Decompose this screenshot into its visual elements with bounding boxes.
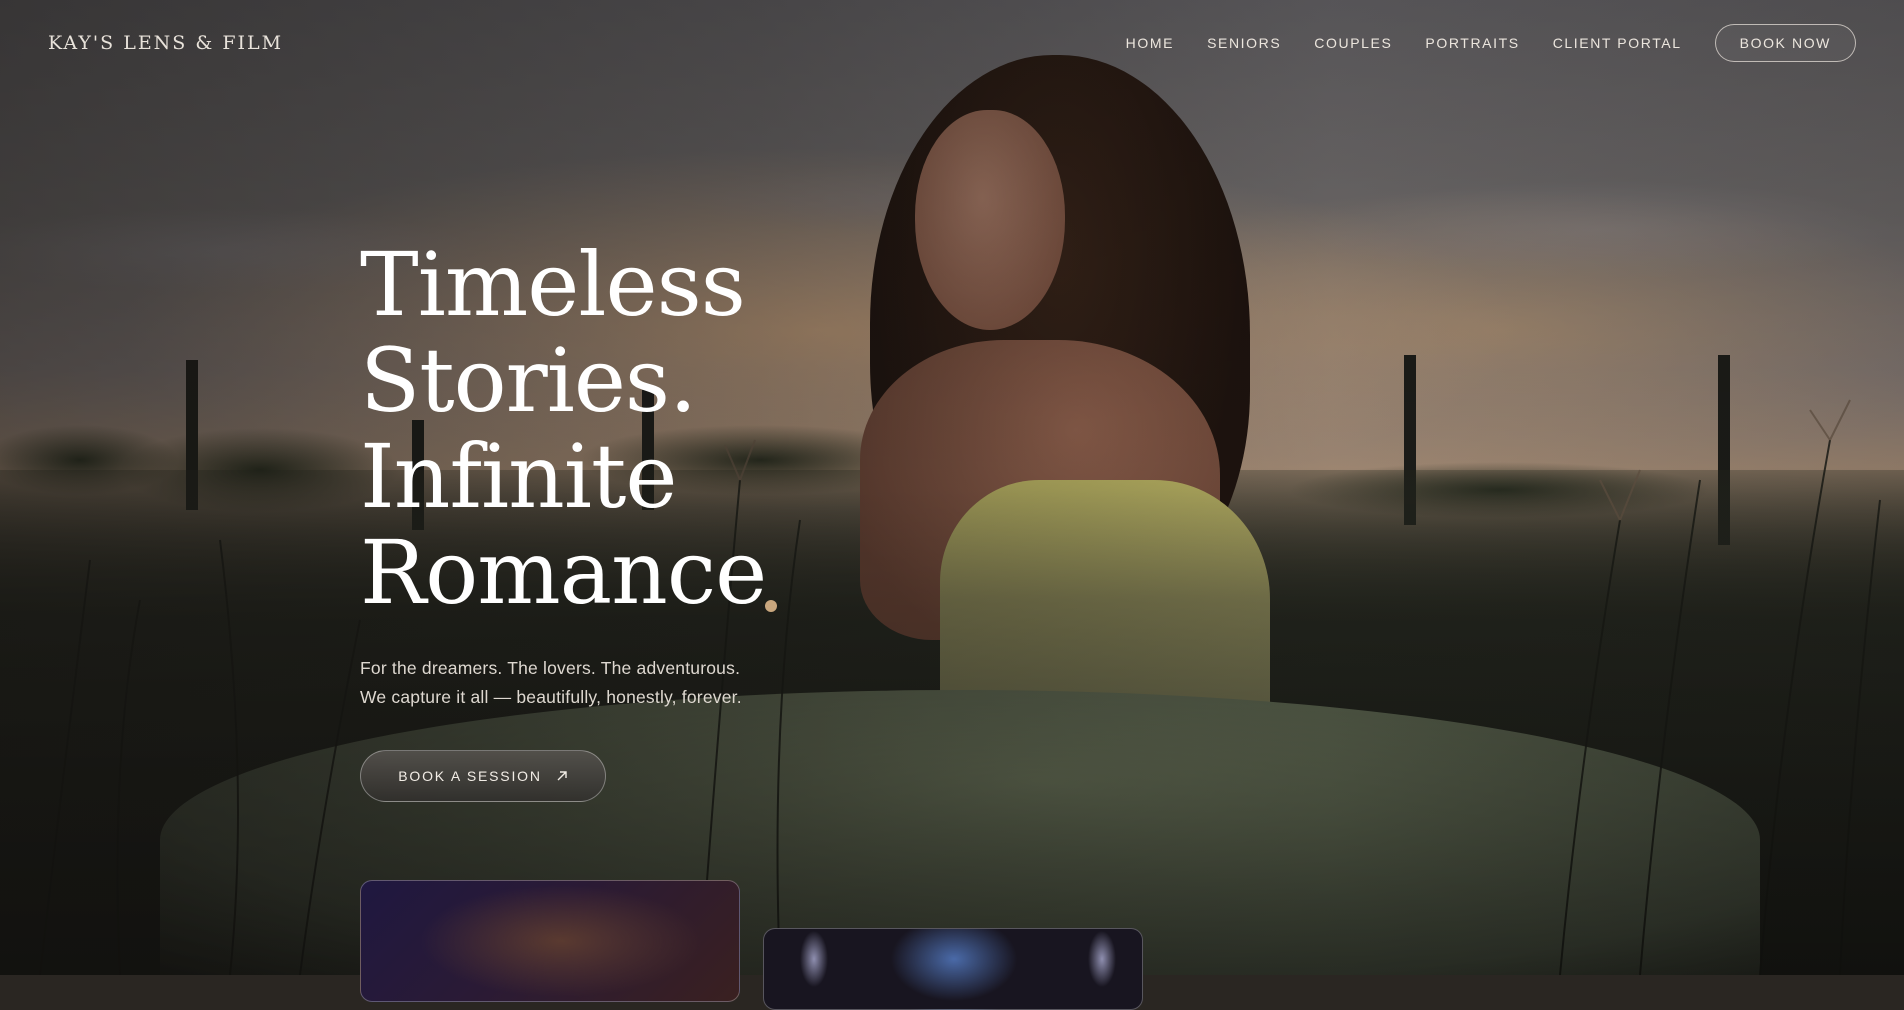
gallery-thumbnail[interactable] — [360, 880, 740, 1002]
accent-dot — [765, 600, 777, 612]
headline-line: Stories. — [360, 329, 697, 432]
nav-portraits-link[interactable]: PORTRAITS — [1425, 35, 1519, 51]
main-menu: HOME SENIORS COUPLES PORTRAITS CLIENT PO… — [1126, 24, 1856, 62]
nav-couples-link[interactable]: COUPLES — [1314, 35, 1392, 51]
top-navigation: KAY'S LENS & FILM HOME SENIORS COUPLES P… — [0, 0, 1904, 86]
headline-line: Timeless — [360, 233, 746, 336]
gallery-thumbnail[interactable] — [763, 928, 1143, 1010]
nav-seniors-link[interactable]: SENIORS — [1207, 35, 1281, 51]
hero-subtext: For the dreamers. The lovers. The advent… — [360, 654, 742, 712]
headline-line: Infinite — [360, 425, 677, 528]
subtext-line: We capture it all — beautifully, honestl… — [360, 687, 742, 707]
hero-headline: Timeless Stories. Infinite Romance — [360, 233, 767, 624]
nav-home-link[interactable]: HOME — [1126, 35, 1174, 51]
brand-logo[interactable]: KAY'S LENS & FILM — [48, 32, 283, 54]
arrow-up-right-icon — [557, 771, 567, 781]
hero-background-photo — [0, 0, 1904, 975]
book-session-label: BOOK A SESSION — [398, 768, 542, 784]
subtext-line: For the dreamers. The lovers. The advent… — [360, 658, 741, 678]
book-session-button[interactable]: BOOK A SESSION — [360, 750, 606, 802]
headline-line: Romance — [360, 521, 767, 624]
book-now-button[interactable]: BOOK NOW — [1714, 24, 1856, 62]
nav-client-portal-link[interactable]: CLIENT PORTAL — [1553, 35, 1682, 51]
